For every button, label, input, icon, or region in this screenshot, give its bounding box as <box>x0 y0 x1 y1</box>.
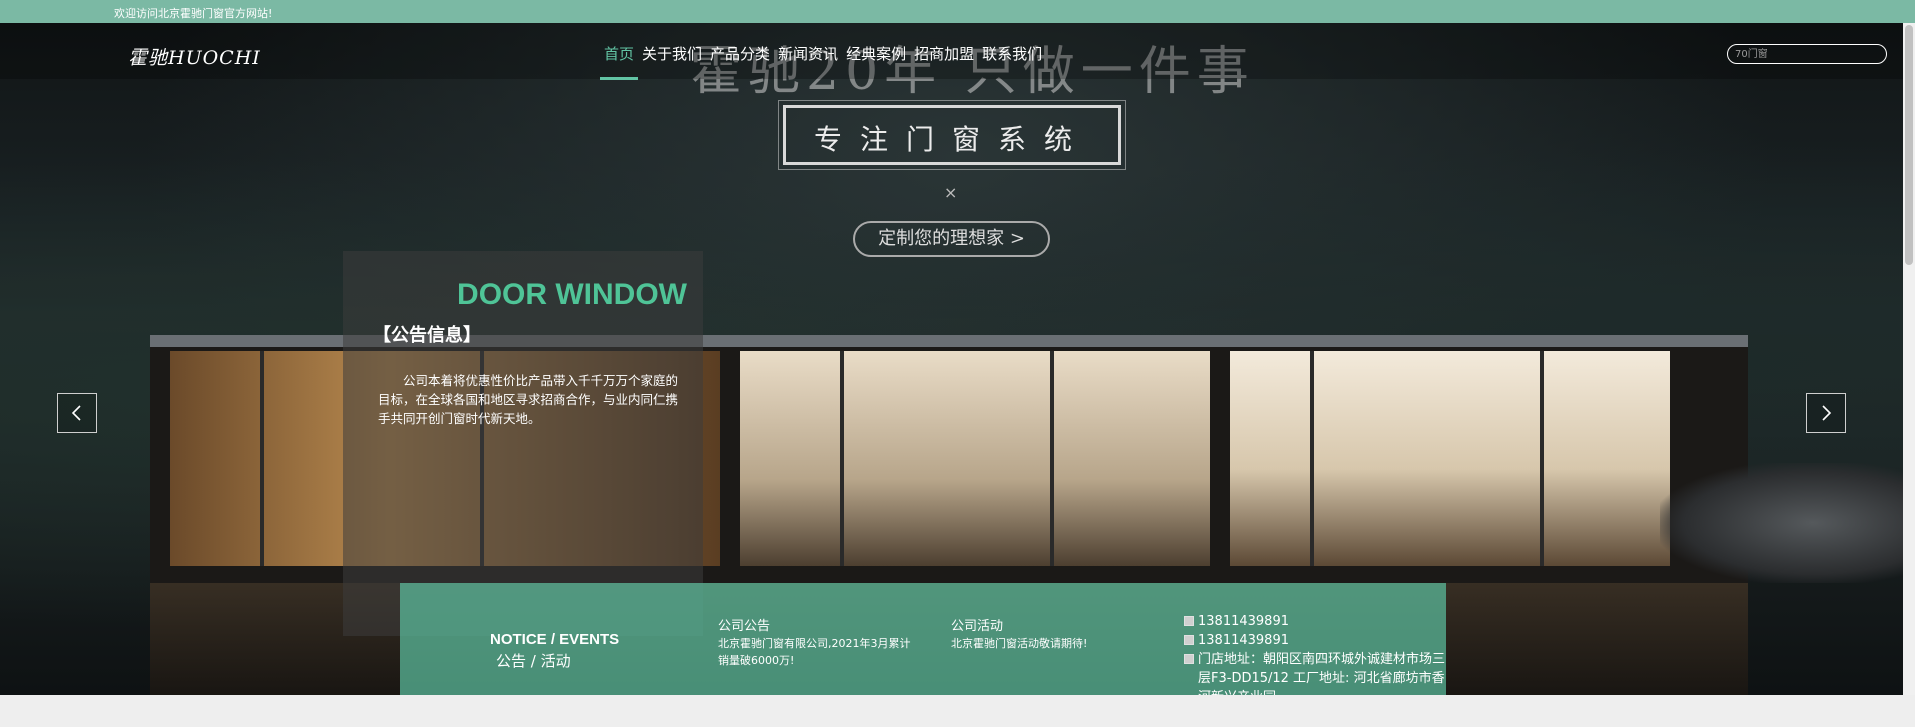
nav-item-products[interactable]: 产品分类 <box>706 43 774 79</box>
notice-panel: DOOR WINDOW 【公告信息】 公司本着将优惠性价比产品带入千千万万个家庭… <box>343 251 703 636</box>
nav-item-franchise[interactable]: 招商加盟 <box>910 43 978 79</box>
customize-button[interactable]: 定制您的理想家 > <box>853 221 1050 257</box>
scrollbar-thumb[interactable] <box>1905 25 1913 265</box>
window-mullion <box>1310 351 1314 566</box>
window-mullion <box>1540 351 1544 566</box>
broken-image-icon <box>1184 635 1194 645</box>
band-title-cn: 公告 / 活动 <box>496 652 571 670</box>
company-events-heading[interactable]: 公司活动 <box>951 615 1101 634</box>
hero-banner: 霍驰20年 只做一件事 专注门窗系统 × 定制您的理想家 > DOOR WIND… <box>0 23 1915 695</box>
cross-mark: × <box>944 183 958 202</box>
chevron-left-icon <box>71 405 81 421</box>
banner-focus-box: 专注门窗系统 <box>778 100 1126 170</box>
broken-image-icon <box>1184 654 1194 664</box>
company-events-text[interactable]: 北京霍驰门窗活动敬请期待! <box>951 635 1101 652</box>
banner-focus-text: 专注门窗系统 <box>813 123 1090 156</box>
window-mullion <box>840 351 844 566</box>
band-title-en: NOTICE / EVENTS <box>490 631 620 648</box>
main-nav: 首页 关于我们 产品分类 新闻资讯 经典案例 招商加盟 联系我们 <box>600 43 1046 80</box>
window-mullion <box>1050 351 1054 566</box>
company-notice-text[interactable]: 北京霍驰门窗有限公司,2021年3月累计销量破6000万! <box>718 635 918 669</box>
company-notice[interactable]: 公司公告 北京霍驰门窗有限公司,2021年3月累计销量破6000万! <box>718 615 918 669</box>
contact-address-text: 门店地址：朝阳区南四环城外诚建材市场三层F3-DD15/12 工厂地址: 河北省… <box>1198 652 1446 695</box>
contact-phone-2: 13811439891 <box>1184 631 1446 650</box>
band-title: NOTICE / EVENTS 公告 / 活动 <box>490 631 619 671</box>
window-mullion <box>260 351 264 566</box>
search-input[interactable] <box>1727 44 1887 64</box>
house-window-center <box>740 351 1210 566</box>
nav-item-home[interactable]: 首页 <box>600 43 639 80</box>
boat-image <box>1660 463 1915 583</box>
contact-phone-2-text: 13811439891 <box>1198 633 1289 648</box>
company-events[interactable]: 公司活动 北京霍驰门窗活动敬请期待! <box>951 615 1101 652</box>
contact-info: 13811439891 13811439891 门店地址：朝阳区南四环城外诚建材… <box>1184 612 1446 695</box>
notice-title-en: DOOR WINDOW <box>457 278 687 311</box>
site-header: 霍驰HUOCHI 首页 关于我们 产品分类 新闻资讯 经典案例 招商加盟 联系我… <box>0 23 1915 80</box>
contact-address: 门店地址：朝阳区南四环城外诚建材市场三层F3-DD15/12 工厂地址: 河北省… <box>1184 650 1446 695</box>
page-scrollbar[interactable] <box>1903 23 1915 695</box>
notice-title-cn: 【公告信息】 <box>373 325 481 346</box>
house-window-right <box>1230 351 1670 566</box>
nav-item-contact[interactable]: 联系我们 <box>978 43 1046 79</box>
site-logo[interactable]: 霍驰HUOCHI <box>128 43 261 70</box>
prev-slide-button[interactable] <box>57 393 97 433</box>
broken-image-icon <box>1184 616 1194 626</box>
nav-item-cases[interactable]: 经典案例 <box>842 43 910 79</box>
notice-events-band: NOTICE / EVENTS 公告 / 活动 公司公告 北京霍驰门窗有限公司,… <box>400 583 1446 695</box>
notice-description: 公司本着将优惠性价比产品带入千千万万个家庭的目标，在全球各国和地区寻求招商合作，… <box>378 373 679 426</box>
welcome-text: 欢迎访问北京霍驰门窗官方网站! <box>114 7 273 20</box>
contact-phone-1: 13811439891 <box>1184 612 1446 631</box>
nav-item-about[interactable]: 关于我们 <box>638 43 706 79</box>
top-bar: 欢迎访问北京霍驰门窗官方网站! <box>0 0 1915 23</box>
chevron-right-icon <box>1822 405 1832 421</box>
company-notice-heading[interactable]: 公司公告 <box>718 615 918 634</box>
next-slide-button[interactable] <box>1806 393 1846 433</box>
nav-item-news[interactable]: 新闻资讯 <box>774 43 842 79</box>
contact-phone-1-text: 13811439891 <box>1198 614 1289 629</box>
